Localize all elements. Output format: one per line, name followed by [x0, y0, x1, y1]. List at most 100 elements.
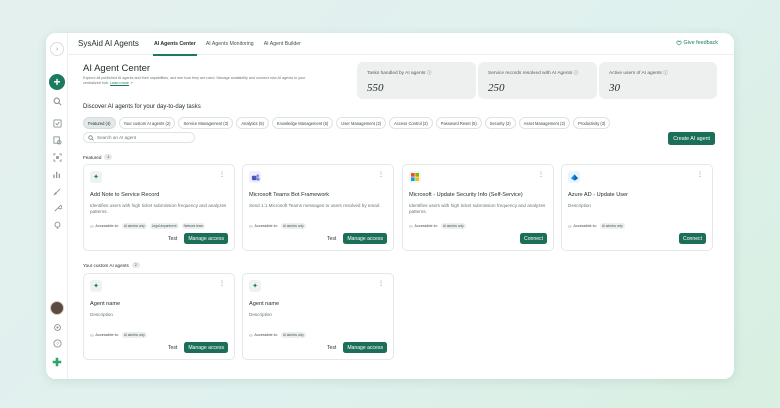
- manage-access-button[interactable]: Manage access: [343, 233, 387, 244]
- tools-icon[interactable]: [51, 202, 63, 214]
- custom-agents-section-header: Your custom AI agents 2: [83, 262, 140, 268]
- accessible-label: Accessible to:: [95, 333, 119, 337]
- reports-icon[interactable]: [51, 168, 63, 180]
- agent-description: Description: [568, 203, 591, 208]
- agent-card[interactable]: ⋮ Azure AD - Update User Description ⚇ A…: [561, 164, 713, 251]
- stat-card-tasks: Tasks handled by AI agents ⓘ 550: [357, 62, 476, 99]
- stat-card-active-users: Active users of AI agents ⓘ 30: [599, 62, 717, 99]
- info-icon: ⓘ: [573, 71, 579, 76]
- agent-description: Description: [249, 312, 272, 317]
- card-actions: Test Manage access: [165, 233, 228, 244]
- more-options-icon[interactable]: ⋮: [697, 172, 703, 178]
- chip-user-management[interactable]: User Management (2): [336, 117, 387, 129]
- section-count: 4: [104, 154, 113, 160]
- connect-button[interactable]: Connect: [520, 233, 547, 244]
- teams-icon: [249, 171, 261, 183]
- search-input[interactable]: [97, 135, 192, 140]
- records-icon[interactable]: [51, 134, 63, 146]
- access-tag: AI admins only: [280, 223, 306, 229]
- chip-featured[interactable]: Featured (4): [83, 117, 116, 129]
- more-options-icon[interactable]: ⋮: [378, 172, 384, 178]
- test-button[interactable]: Test: [324, 343, 339, 353]
- chip-asset-management[interactable]: Asset Management (2): [518, 117, 571, 129]
- heart-icon: [675, 40, 682, 46]
- pen-icon[interactable]: [51, 185, 63, 197]
- agent-card[interactable]: ⋮ Microsoft - Update Security Info (Self…: [402, 164, 554, 251]
- accessible-label: Accessible to:: [95, 224, 119, 228]
- chip-productivity[interactable]: Productivity (3): [573, 117, 611, 129]
- scan-icon[interactable]: [51, 151, 63, 163]
- search-icon: [88, 134, 94, 141]
- chip-knowledge-management[interactable]: Knowledge Management (5): [271, 117, 334, 129]
- stat-card-records-resolved: Service records resolved with AI Agents …: [478, 62, 597, 99]
- sysaid-logo-icon: ✚: [52, 356, 62, 369]
- help-icon[interactable]: ?: [51, 337, 63, 349]
- more-options-icon[interactable]: ⋮: [538, 172, 544, 178]
- give-feedback-link[interactable]: Give feedback: [675, 40, 718, 46]
- manage-access-button[interactable]: Manage access: [343, 342, 387, 353]
- test-button[interactable]: Test: [165, 234, 180, 244]
- access-tag: AI admins only: [599, 223, 625, 229]
- featured-section-header: Featured 4: [83, 154, 113, 160]
- tab-ai-agent-builder[interactable]: AI Agent Builder: [259, 33, 306, 55]
- stat-label: Active users of AI agents ⓘ: [609, 71, 668, 76]
- accessible-to: ⚇ Accessible to: AI admins only Legal de…: [90, 223, 206, 229]
- chip-password-reset[interactable]: Password Reset (5): [435, 117, 482, 129]
- agent-description: Send 1:1 Microsoft Teams messages to use…: [249, 203, 381, 208]
- users-icon: ⚇: [249, 333, 253, 338]
- microsoft-icon: [409, 171, 421, 183]
- new-plus-button[interactable]: +: [49, 74, 65, 90]
- chip-security[interactable]: Security (2): [484, 117, 516, 129]
- app-window: › + ? ✚ SysAid AI Agents AI Agents Cente…: [46, 33, 734, 379]
- app-title: SysAid AI Agents: [78, 39, 139, 48]
- access-tag: AI admins only: [121, 223, 147, 229]
- agent-title: Microsoft - Update Security Info (Self-S…: [409, 192, 523, 198]
- avatar[interactable]: [50, 301, 64, 315]
- manage-access-button[interactable]: Manage access: [184, 233, 228, 244]
- chip-analytics[interactable]: Analytics (5): [236, 117, 269, 129]
- create-ai-agent-button[interactable]: Create AI agent: [668, 132, 715, 145]
- more-options-icon[interactable]: ⋮: [219, 281, 225, 287]
- more-options-icon[interactable]: ⋮: [219, 172, 225, 178]
- card-actions: Connect: [520, 233, 547, 244]
- accessible-label: Accessible to:: [254, 333, 278, 337]
- search-icon[interactable]: [51, 95, 63, 107]
- users-icon: ⚇: [568, 224, 572, 229]
- chip-access-control[interactable]: Access Control (2): [389, 117, 433, 129]
- page-description: Explore all published AI agents and thei…: [83, 76, 323, 87]
- more-options-icon[interactable]: ⋮: [378, 281, 384, 287]
- card-actions: Test Manage access: [324, 233, 387, 244]
- agent-card[interactable]: ✦ ⋮ Add Note to Service Record Identifie…: [83, 164, 235, 251]
- users-icon: ⚇: [249, 224, 253, 229]
- agent-card[interactable]: ✦ ⋮ Agent name Description ⚇ Accessible …: [242, 273, 394, 360]
- stat-label: Tasks handled by AI agents ⓘ: [367, 71, 432, 76]
- agent-card[interactable]: ✦ ⋮ Agent name Description ⚇ Accessible …: [83, 273, 235, 360]
- connect-button[interactable]: Connect: [679, 233, 706, 244]
- manage-access-button[interactable]: Manage access: [184, 342, 228, 353]
- users-icon: ⚇: [90, 333, 94, 338]
- stat-label: Service records resolved with AI Agents …: [488, 71, 579, 76]
- access-tag: AI admins only: [440, 223, 466, 229]
- access-tag: Network team: [181, 223, 206, 229]
- expand-sidebar-icon[interactable]: ›: [50, 42, 64, 56]
- sparkle-icon: ✦: [249, 280, 261, 292]
- test-button[interactable]: Test: [324, 234, 339, 244]
- sparkle-icon: ✦: [90, 280, 102, 292]
- card-actions: Connect: [679, 233, 706, 244]
- top-bar: SysAid AI Agents AI Agents Center AI Age…: [68, 33, 734, 56]
- agent-title: Microsoft Teams Bot Framework: [249, 192, 330, 198]
- users-icon: ⚇: [90, 224, 94, 229]
- tasks-icon[interactable]: [51, 117, 63, 129]
- tab-ai-agents-center[interactable]: AI Agents Center: [149, 33, 201, 56]
- lightbulb-icon[interactable]: [51, 219, 63, 231]
- azure-icon: [568, 171, 580, 183]
- chip-custom-agents[interactable]: Your custom AI agents (2): [118, 117, 176, 129]
- test-button[interactable]: Test: [165, 343, 180, 353]
- agent-card[interactable]: ⋮ Microsoft Teams Bot Framework Send 1:1…: [242, 164, 394, 251]
- section-count: 2: [131, 262, 140, 268]
- section-label: Your custom AI agents: [83, 262, 129, 268]
- tab-ai-agents-monitoring[interactable]: AI Agents Monitoring: [201, 33, 259, 55]
- learn-more-link[interactable]: Learn more: [110, 81, 129, 85]
- chip-service-management[interactable]: Service Management (3): [178, 117, 234, 129]
- gear-icon[interactable]: [51, 321, 63, 333]
